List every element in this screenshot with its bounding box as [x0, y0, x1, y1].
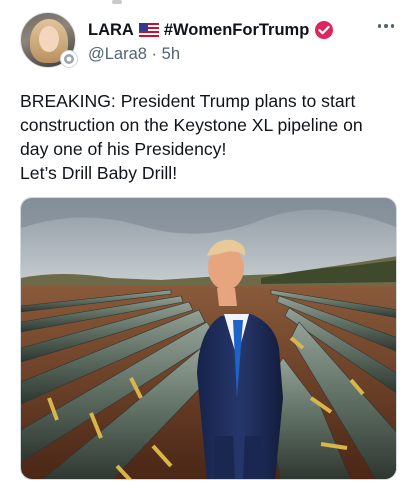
more-options-icon[interactable] — [372, 16, 400, 36]
tweet-line: Let’s Drill Baby Drill! — [20, 163, 178, 183]
verified-badge-icon — [314, 20, 334, 40]
tweet-photo[interactable] — [20, 197, 397, 480]
author-name-row[interactable]: LARA #WomenForTrump — [88, 19, 334, 41]
separator: · — [151, 45, 158, 63]
avatar-face — [39, 26, 59, 52]
tweet-line: BREAKING: President Trump plans to start — [20, 91, 356, 111]
tweet-text: BREAKING: President Trump plans to start… — [20, 89, 405, 185]
avatar-badge-icon — [60, 50, 78, 68]
us-flag-icon — [138, 23, 159, 37]
tweet-line: construction on the Keystone XL pipeline… — [20, 115, 363, 135]
divider — [112, 0, 122, 4]
timestamp[interactable]: 5h — [162, 45, 180, 63]
handle-row: @Lara8 · 5h — [88, 45, 180, 65]
tweet-card[interactable]: LARA #WomenForTrump @Lara8 · 5h BREAKING… — [0, 0, 417, 500]
display-name[interactable]: LARA — [88, 21, 134, 40]
hashtag[interactable]: #WomenForTrump — [164, 21, 309, 40]
photo-pipeline-man-suit — [21, 198, 396, 479]
handle[interactable]: @Lara8 — [88, 45, 147, 63]
tweet-line: day one of his Presidency! — [20, 139, 227, 159]
